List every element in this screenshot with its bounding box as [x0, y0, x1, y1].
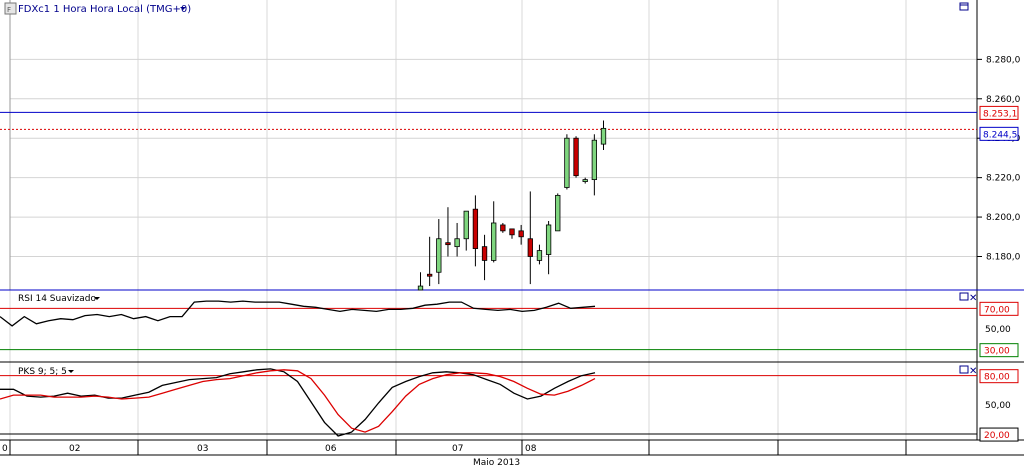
day-tick-label: 08 [525, 444, 537, 454]
candle-body-down [500, 224, 506, 232]
price-tick-label: 8.260,0 [986, 95, 1021, 105]
candle-body-down [518, 230, 524, 238]
rsi-panel-title[interactable]: RSI 14 Suavizado [18, 294, 97, 304]
day-tick-label: 06 [325, 444, 337, 454]
candle-body-down [481, 246, 488, 261]
price-tick-label: 8.220,0 [986, 174, 1021, 184]
symbol-icon-glyph: F [7, 6, 11, 14]
candle-body-up [545, 224, 552, 255]
day-tick-label: 03 [197, 444, 208, 454]
indicator-tick-label: 30,00 [984, 347, 1010, 357]
candle-body-up [564, 137, 570, 188]
candle-body-down [426, 273, 433, 277]
candle-body-down [509, 228, 515, 236]
close-icon[interactable]: ✕ [969, 293, 977, 304]
current-price-label: 8.253,1 [983, 109, 1017, 119]
candle-body-up [491, 222, 497, 261]
price-tick-label: 8.280,0 [986, 55, 1021, 65]
main-chart-header[interactable]: F FDXc1 1 Hora Hora Local (TMG+0) [4, 2, 191, 15]
candle-body-up [600, 127, 607, 145]
candle-body-up [463, 210, 469, 240]
candle-body-up [591, 139, 597, 181]
day-tick-label: 0 [2, 444, 8, 454]
candle [564, 134, 570, 190]
day-tick-label: 02 [69, 444, 80, 454]
price-tick-label: 8.180,0 [986, 252, 1021, 262]
candle-body-down [573, 137, 579, 177]
chart-canvas: F FDXc1 1 Hora Hora Local (TMG+0) 8.180,… [0, 0, 1024, 468]
candle-body-down [445, 242, 451, 246]
level-price-label: 8.244,5 [983, 130, 1017, 140]
rsi-panel-header[interactable]: RSI 14 Suavizado [18, 294, 100, 304]
candle-body-up [555, 194, 561, 232]
current-price-tag: 8.253,1 [979, 105, 1019, 120]
indicator-tick-label: 20,00 [984, 431, 1010, 441]
candle-body-down [527, 238, 533, 257]
candle-body-up [436, 238, 442, 273]
level-price-tag: 8.244,5 [979, 126, 1019, 141]
candle-body-up [417, 285, 424, 291]
indicator-tick-label: 50,00 [985, 401, 1011, 411]
candle-body-up [582, 179, 588, 182]
main-chart-title[interactable]: FDXc1 1 Hora Hora Local (TMG+0) [18, 4, 191, 15]
candle [573, 136, 579, 178]
candle-body-up [536, 250, 543, 261]
candle [555, 193, 561, 232]
day-tick-label: 07 [452, 444, 463, 454]
indicator-tick-label: 50,00 [985, 325, 1011, 335]
price-tick-label: 8.200,0 [986, 213, 1021, 223]
indicator-tick-label: 80,00 [984, 373, 1010, 383]
indicator-tick-label: 70,00 [984, 305, 1010, 315]
month-label: Maio 2013 [473, 458, 520, 467]
candle-body-up [454, 238, 460, 248]
chart-window: F FDXc1 1 Hora Hora Local (TMG+0) 8.180,… [0, 0, 1024, 468]
candle-body-down [472, 208, 479, 250]
